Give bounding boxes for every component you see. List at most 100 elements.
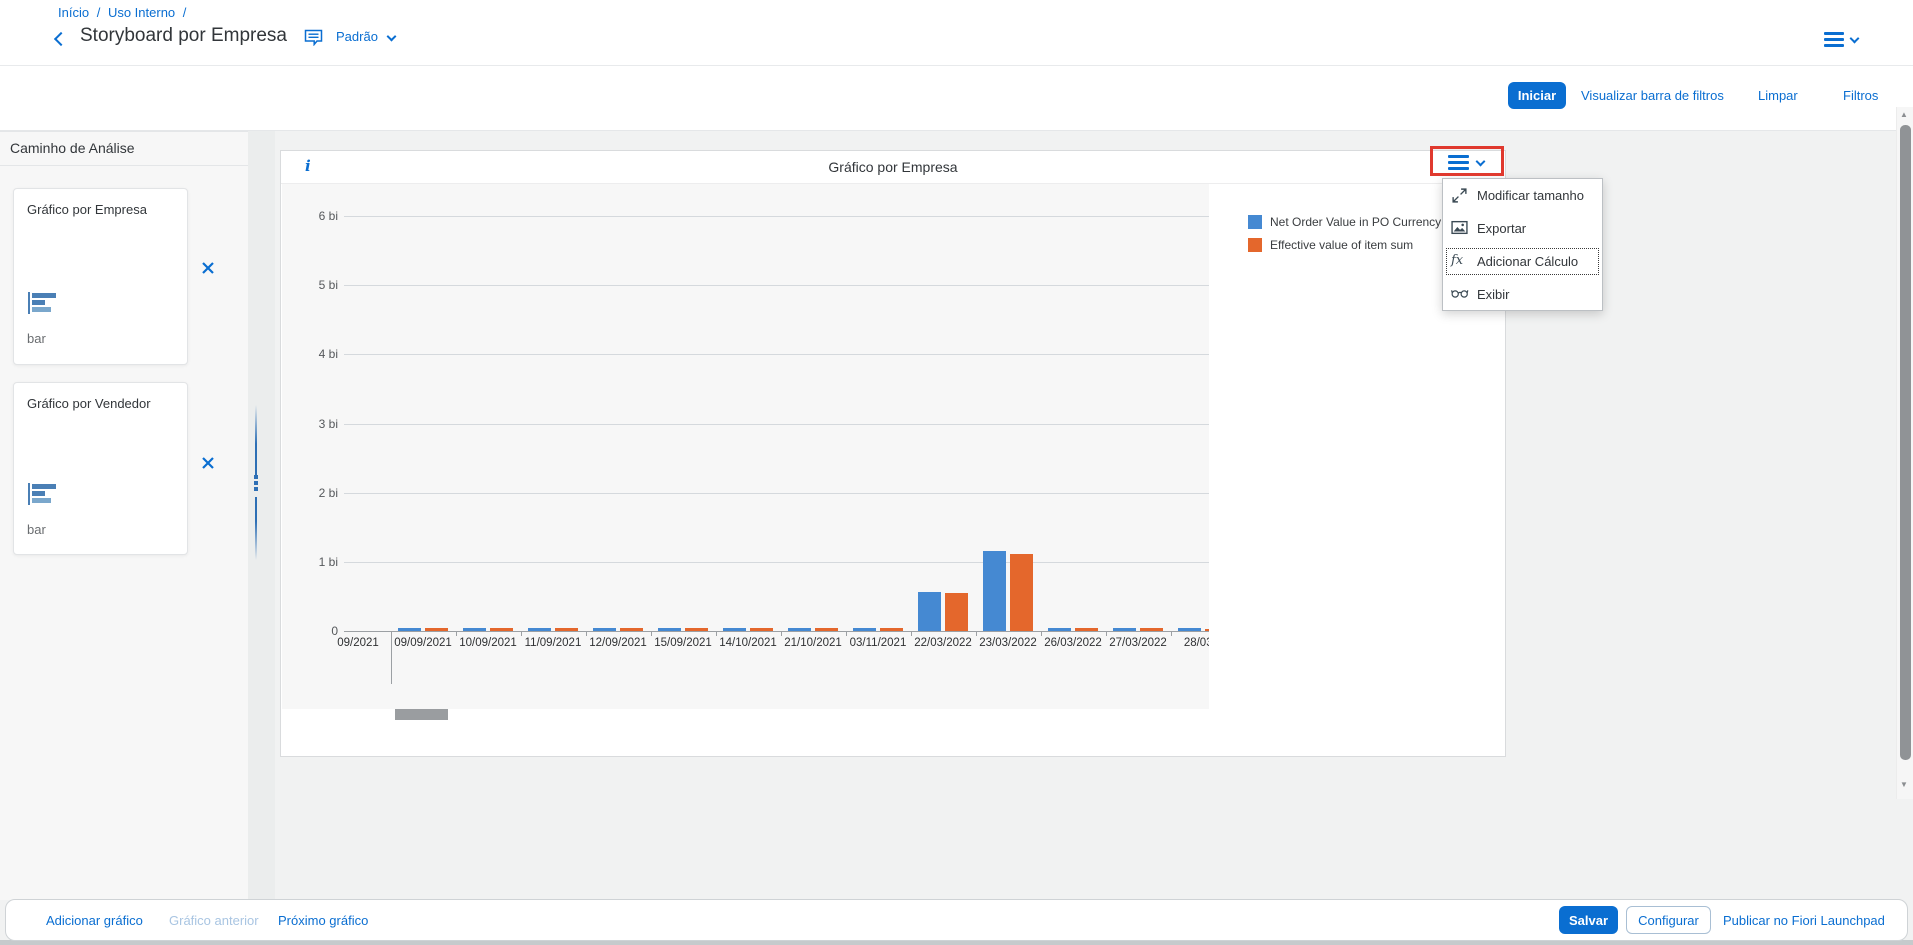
bar[interactable] xyxy=(1113,628,1136,631)
formula-icon: fx xyxy=(1451,253,1469,271)
bar[interactable] xyxy=(620,628,643,631)
close-icon[interactable] xyxy=(201,456,219,474)
iniciar-button[interactable]: Iniciar xyxy=(1508,82,1566,109)
bar[interactable] xyxy=(1205,629,1209,631)
x-axis-tick-label: 27/03/2022 xyxy=(1105,637,1171,649)
gridline xyxy=(344,285,1209,286)
bar[interactable] xyxy=(658,628,681,631)
breadcrumb-link-uso-interno[interactable]: Uso Interno xyxy=(108,5,175,20)
scroll-up-icon[interactable]: ▲ xyxy=(1900,110,1908,119)
x-axis-tick-label: 14/10/2021 xyxy=(715,637,781,649)
x-axis-tick xyxy=(521,631,522,636)
visualizar-barra-filtros-button[interactable]: Visualizar barra de filtros xyxy=(1581,88,1724,103)
gridline xyxy=(344,493,1209,494)
header-menu-icon[interactable] xyxy=(1824,32,1844,47)
bar[interactable] xyxy=(528,628,551,631)
bar[interactable] xyxy=(1010,554,1033,631)
y-axis-tick-label: 6 bi xyxy=(282,209,338,223)
menu-item-modificar-tamanho[interactable]: Modificar tamanho xyxy=(1443,179,1602,212)
gridline xyxy=(344,562,1209,563)
bar[interactable] xyxy=(1075,628,1098,631)
info-icon[interactable]: i xyxy=(305,157,311,175)
breadcrumb-link-inicio[interactable]: Início xyxy=(58,5,89,20)
legend-swatch-blue xyxy=(1248,215,1262,229)
card-title: Gráfico por Empresa xyxy=(27,201,157,218)
publicar-fiori-launchpad-button[interactable]: Publicar no Fiori Launchpad xyxy=(1723,913,1885,928)
bar-chart-icon xyxy=(28,483,56,505)
bar[interactable] xyxy=(788,628,811,631)
chevron-down-icon[interactable] xyxy=(387,32,397,42)
analysis-card-empresa[interactable]: Gráfico por Empresa bar xyxy=(13,188,188,365)
filter-toolbar: Iniciar Visualizar barra de filtros Limp… xyxy=(0,67,1913,131)
filtros-button[interactable]: Filtros xyxy=(1843,88,1878,103)
x-axis-tick-label: 11/09/2021 xyxy=(520,637,586,649)
legend-swatch-orange xyxy=(1248,238,1262,252)
legend-label: Net Order Value in PO Currency S xyxy=(1270,215,1453,229)
page-header: Início / Uso Interno / Storyboard por Em… xyxy=(0,0,1913,66)
x-axis-tick-label: 09/09/2021 xyxy=(390,637,456,649)
bar[interactable] xyxy=(1178,628,1201,631)
chart-menu-icon[interactable] xyxy=(1448,155,1469,170)
page-scrollbar[interactable]: ▲ ▼ xyxy=(1896,107,1913,799)
bar[interactable] xyxy=(853,628,876,631)
analysis-card-vendedor[interactable]: Gráfico por Vendedor bar xyxy=(13,382,188,555)
scroll-down-icon[interactable]: ▼ xyxy=(1900,780,1908,789)
x-axis-tick xyxy=(846,631,847,636)
menu-item-adicionar-calculo[interactable]: fx Adicionar Cálculo xyxy=(1443,245,1602,278)
y-axis-tick-label: 2 bi xyxy=(282,486,338,500)
drag-handle-icon[interactable] xyxy=(253,475,259,497)
adicionar-grafico-button[interactable]: Adicionar gráfico xyxy=(46,913,143,928)
menu-item-label: Exportar xyxy=(1477,221,1526,236)
x-axis-tick-label: 10/09/2021 xyxy=(455,637,521,649)
bar[interactable] xyxy=(815,628,838,631)
variant-selector[interactable]: Padrão xyxy=(336,29,378,44)
bar[interactable] xyxy=(490,628,513,631)
menu-item-exibir[interactable]: Exibir xyxy=(1443,278,1602,311)
bar[interactable] xyxy=(463,628,486,631)
x-axis-tick-label: 23/03/2022 xyxy=(975,637,1041,649)
salvar-button[interactable]: Salvar xyxy=(1559,906,1618,934)
card-chart-type: bar xyxy=(27,522,46,537)
x-axis-tick xyxy=(1171,631,1172,636)
bar-chart-icon xyxy=(28,292,56,314)
bar[interactable] xyxy=(685,628,708,631)
x-axis-tick-label: 15/09/2021 xyxy=(650,637,716,649)
bar[interactable] xyxy=(593,628,616,631)
page-scrollbar-thumb[interactable] xyxy=(1900,125,1911,760)
y-axis-tick-label: 4 bi xyxy=(282,347,338,361)
x-axis-tick-label: 22/03/2022 xyxy=(910,637,976,649)
back-icon[interactable] xyxy=(54,32,68,46)
bar[interactable] xyxy=(945,593,968,631)
legend-label: Effective value of item sum xyxy=(1270,238,1413,252)
y-axis-tick-label: 3 bi xyxy=(282,417,338,431)
x-axis-tick xyxy=(716,631,717,636)
comment-icon[interactable] xyxy=(304,29,323,51)
bar[interactable] xyxy=(880,628,903,631)
bar[interactable] xyxy=(723,628,746,631)
bar[interactable] xyxy=(1140,628,1163,631)
limpar-button[interactable]: Limpar xyxy=(1758,88,1798,103)
card-chart-type: bar xyxy=(27,331,46,346)
x-axis-tick-label: 26/03/2022 xyxy=(1040,637,1106,649)
bar[interactable] xyxy=(398,628,421,631)
bar[interactable] xyxy=(750,628,773,631)
chevron-down-icon[interactable] xyxy=(1850,34,1860,44)
bar[interactable] xyxy=(425,628,448,631)
x-axis-tick-label: 12/09/2021 xyxy=(585,637,651,649)
bar[interactable] xyxy=(918,592,941,631)
bar[interactable] xyxy=(555,628,578,631)
menu-item-exportar[interactable]: Exportar xyxy=(1443,212,1602,245)
sidebar-splitter[interactable] xyxy=(248,131,275,900)
y-axis-tick-label: 0 xyxy=(282,624,338,638)
plot-area[interactable]: 6 bi5 bi4 bi3 bi2 bi1 bi009/202109/09/20… xyxy=(282,184,1209,709)
configurar-button[interactable]: Configurar xyxy=(1626,906,1711,934)
grafico-anterior-button: Gráfico anterior xyxy=(169,913,259,928)
chart-hscrollbar-thumb[interactable] xyxy=(395,709,448,720)
chart-card-header: Gráfico por Empresa i xyxy=(281,151,1505,184)
bar[interactable] xyxy=(1048,628,1071,631)
card-title: Gráfico por Vendedor xyxy=(27,395,157,412)
analysis-path-sidebar: Caminho de Análise Gráfico por Empresa b… xyxy=(0,131,248,900)
bar[interactable] xyxy=(983,551,1006,631)
proximo-grafico-button[interactable]: Próximo gráfico xyxy=(278,913,368,928)
close-icon[interactable] xyxy=(201,261,219,279)
